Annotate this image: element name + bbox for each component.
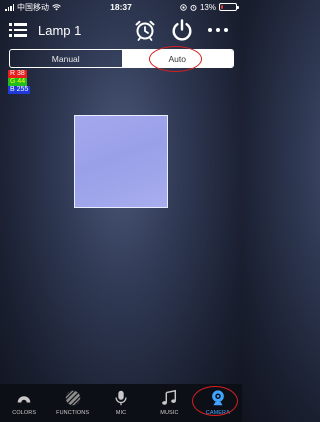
status-left: 中国移动 (5, 2, 180, 13)
app-header: Lamp 1 (0, 16, 242, 46)
nav-label-camera: CAMERA (205, 410, 230, 416)
rgb-readout: R 38 G 44 B 255 (8, 70, 31, 94)
nav-colors[interactable]: COLORS (0, 384, 48, 422)
striped-ball-icon (65, 390, 80, 406)
nav-label-colors: COLORS (12, 410, 37, 416)
mode-toggle: Manual Auto (9, 49, 234, 68)
red-value-badge: R 38 (8, 70, 27, 78)
green-value-badge: G 44 (8, 78, 28, 86)
location-icon (180, 3, 187, 11)
nav-label-mic: MIC (115, 410, 127, 416)
battery-percent: 13% (199, 2, 216, 12)
status-bar: 中国移动 18:37 13% (0, 0, 242, 14)
nav-mic[interactable]: MIC (97, 384, 145, 422)
wifi-icon (52, 3, 61, 10)
nav-camera[interactable]: CAMERA (194, 384, 242, 422)
signal-strength-icon (5, 3, 14, 11)
battery-icon (219, 3, 239, 11)
manual-mode-tab[interactable]: Manual (10, 50, 122, 67)
alarm-clock-icon[interactable] (133, 18, 157, 42)
status-right: 13% (180, 2, 239, 12)
nav-label-functions: FUNCTIONS (56, 410, 90, 416)
bottom-nav: COLORS FUNCTIONS MIC MUSIC CAMERA (0, 384, 242, 422)
alarm-status-icon (190, 4, 197, 11)
lamp-title: Lamp 1 (38, 23, 82, 38)
nav-functions[interactable]: FUNCTIONS (48, 384, 96, 422)
blue-value-badge: B 255 (8, 86, 31, 94)
camera-icon (211, 390, 224, 406)
microphone-icon (115, 390, 127, 406)
color-arc-icon (17, 396, 31, 403)
music-note-icon (162, 389, 177, 405)
auto-mode-tab[interactable]: Auto (121, 50, 233, 67)
more-dots-icon[interactable] (204, 24, 232, 36)
camera-color-swatch[interactable] (74, 115, 168, 208)
nav-music[interactable]: MUSIC (145, 384, 193, 422)
carrier-name: 中国移动 (17, 2, 49, 12)
nav-label-music: MUSIC (160, 410, 179, 416)
power-icon[interactable] (170, 18, 194, 42)
battery-fill (221, 5, 223, 9)
menu-icon[interactable] (9, 22, 27, 38)
